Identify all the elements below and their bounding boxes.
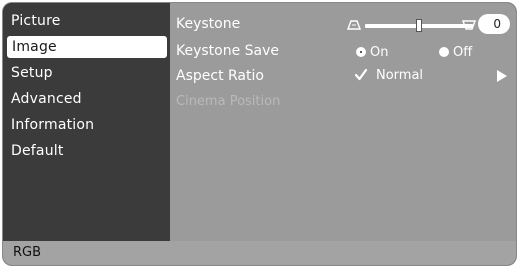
aspect-ratio-value[interactable]: Normal — [376, 66, 423, 86]
radio-on-label: On — [370, 44, 389, 60]
sidebar-item-setup[interactable]: Setup — [3, 61, 170, 85]
sidebar-item-default[interactable]: Default — [3, 139, 170, 163]
checkmark-icon — [354, 68, 368, 81]
keystone-save-radio-on[interactable]: On — [356, 42, 388, 62]
sidebar-item-advanced[interactable]: Advanced — [3, 87, 170, 111]
aspect-ratio-label[interactable]: Aspect Ratio — [176, 66, 264, 86]
sidebar-item-image[interactable]: Image — [7, 36, 167, 58]
keystone-save-radio-off[interactable]: Off — [439, 42, 472, 62]
keystone-wide-icon — [462, 20, 476, 30]
cinema-position-label: Cinema Position — [176, 94, 281, 109]
keystone-slider-thumb[interactable] — [416, 19, 422, 32]
main-panel: Keystone 0 Keystone Save On Off Aspect R… — [170, 3, 516, 247]
play-arrow-icon[interactable] — [497, 70, 507, 82]
sidebar-item-information[interactable]: Information — [3, 113, 170, 137]
keystone-value: 0 — [478, 14, 510, 34]
status-bar: RGB — [3, 241, 516, 265]
sidebar: Picture Image Setup Advanced Information… — [3, 3, 170, 241]
keystone-narrow-icon — [347, 20, 361, 30]
radio-checked-icon — [356, 47, 366, 57]
radio-off-label: Off — [453, 44, 473, 60]
sidebar-item-picture[interactable]: Picture — [3, 9, 170, 33]
projector-menu-window: Picture Image Setup Advanced Information… — [3, 3, 516, 265]
keystone-label[interactable]: Keystone — [176, 14, 240, 34]
status-signal-source: RGB — [13, 245, 42, 260]
keystone-save-label[interactable]: Keystone Save — [176, 41, 279, 61]
radio-unchecked-icon — [439, 47, 449, 57]
